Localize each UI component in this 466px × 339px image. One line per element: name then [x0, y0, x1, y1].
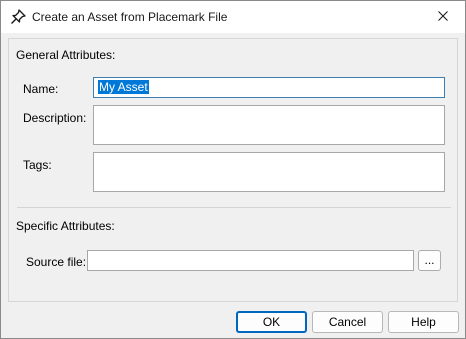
cancel-button[interactable]: Cancel [312, 311, 383, 333]
tags-label: Tags: [23, 158, 52, 172]
help-button[interactable]: Help [388, 311, 459, 333]
tags-textarea[interactable] [93, 152, 445, 192]
title-bar[interactable]: Create an Asset from Placemark File [1, 1, 465, 33]
section-divider [17, 207, 451, 208]
general-attributes-title: General Attributes: [16, 48, 116, 62]
attributes-panel: General Attributes: Name: My Asset Descr… [8, 38, 458, 302]
browse-button[interactable]: ... [418, 250, 441, 271]
source-file-label: Source file: [26, 255, 87, 269]
close-icon [438, 10, 448, 24]
description-textarea[interactable] [93, 105, 445, 145]
window-title: Create an Asset from Placemark File [32, 10, 228, 24]
dialog-window: Create an Asset from Placemark File Gene… [0, 0, 466, 339]
placemark-pin-icon [10, 9, 26, 25]
name-label: Name: [23, 82, 59, 96]
name-input[interactable]: My Asset [93, 77, 445, 98]
close-button[interactable] [421, 1, 465, 32]
ok-button[interactable]: OK [236, 311, 307, 333]
specific-attributes-title: Specific Attributes: [16, 219, 115, 233]
name-value: My Asset [98, 80, 149, 94]
description-label: Description: [23, 111, 87, 125]
source-file-input[interactable] [87, 250, 414, 271]
